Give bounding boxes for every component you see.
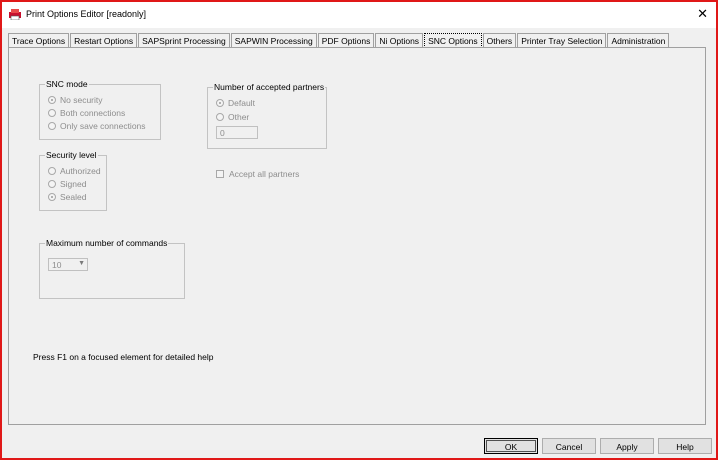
- radio-only-save-connections[interactable]: Only save connections: [48, 120, 146, 132]
- radio-button[interactable]: [216, 113, 224, 121]
- radio-authorized[interactable]: Authorized: [48, 165, 101, 177]
- radio-label: Authorized: [60, 166, 101, 176]
- radio-button[interactable]: [48, 180, 56, 188]
- radio-other[interactable]: Other: [216, 111, 249, 123]
- tab-administration[interactable]: Administration: [607, 33, 670, 47]
- radio-signed[interactable]: Signed: [48, 178, 86, 190]
- radio-label: Other: [228, 112, 250, 122]
- radio-sealed[interactable]: Sealed: [48, 191, 86, 203]
- title-bar: Print Options Editor [readonly] ✕: [2, 2, 716, 28]
- accepted-partners-title: Number of accepted partners: [213, 82, 326, 92]
- radio-label: Both connections: [60, 108, 126, 118]
- radio-label: Default: [228, 98, 255, 108]
- radio-label: Only save connections: [60, 121, 146, 131]
- tab-snc-options[interactable]: SNC Options: [424, 33, 482, 48]
- snc-mode-group: SNC mode No security Both connections On…: [39, 79, 161, 140]
- ok-button[interactable]: OK: [484, 438, 538, 454]
- max-commands-select[interactable]: 10 ▼: [48, 258, 88, 271]
- radio-label: Signed: [60, 179, 87, 189]
- help-hint-text: Press F1 on a focused element for detail…: [33, 352, 214, 362]
- help-button[interactable]: Help: [658, 438, 712, 454]
- accept-all-partners-checkbox-row[interactable]: Accept all partners: [216, 169, 299, 179]
- printer-app-icon: [9, 9, 21, 20]
- print-options-editor-window: Print Options Editor [readonly] ✕ Trace …: [0, 0, 718, 460]
- radio-button[interactable]: [48, 96, 56, 104]
- security-level-title: Security level: [45, 150, 98, 160]
- tab-pdf-options[interactable]: PDF Options: [317, 33, 375, 47]
- radio-label: No security: [60, 95, 103, 105]
- tab-sapsprint-processing[interactable]: SAPSprint Processing: [138, 33, 230, 47]
- snc-options-panel: SNC mode No security Both connections On…: [8, 47, 706, 425]
- snc-mode-title: SNC mode: [45, 79, 89, 89]
- tab-sapwin-processing[interactable]: SAPWIN Processing: [230, 33, 317, 47]
- close-icon[interactable]: ✕: [697, 6, 708, 22]
- window-title: Print Options Editor [readonly]: [26, 9, 147, 19]
- radio-default[interactable]: Default: [216, 97, 255, 109]
- apply-button[interactable]: Apply: [600, 438, 654, 454]
- tab-printer-tray-selection[interactable]: Printer Tray Selection: [517, 33, 607, 47]
- radio-no-security[interactable]: No security: [48, 94, 103, 106]
- radio-button[interactable]: [48, 193, 56, 201]
- max-commands-value: 10: [52, 260, 62, 270]
- accepted-partners-group: Number of accepted partners Default Othe…: [207, 82, 327, 149]
- accept-all-partners-checkbox[interactable]: [216, 170, 224, 178]
- tab-others[interactable]: Others: [482, 33, 517, 47]
- max-commands-group: Maximum number of commands 10 ▼: [39, 238, 185, 299]
- radio-button[interactable]: [48, 109, 56, 117]
- radio-button[interactable]: [216, 99, 224, 107]
- accept-all-partners-label: Accept all partners: [229, 169, 300, 179]
- other-partners-input[interactable]: 0: [216, 126, 258, 139]
- cancel-button[interactable]: Cancel: [542, 438, 596, 454]
- tab-strip: Trace Options Restart Options SAPSprint …: [8, 33, 670, 48]
- radio-button[interactable]: [48, 167, 56, 175]
- tab-ni-options[interactable]: Ni Options: [375, 33, 424, 47]
- radio-button[interactable]: [48, 122, 56, 130]
- security-level-group: Security level Authorized Signed Sealed: [39, 150, 107, 211]
- radio-label: Sealed: [60, 192, 87, 202]
- radio-both-connections[interactable]: Both connections: [48, 107, 125, 119]
- tab-restart-options[interactable]: Restart Options: [70, 33, 138, 47]
- chevron-down-icon[interactable]: ▼: [78, 260, 85, 267]
- tab-trace-options[interactable]: Trace Options: [8, 33, 70, 47]
- max-commands-title: Maximum number of commands: [45, 238, 169, 248]
